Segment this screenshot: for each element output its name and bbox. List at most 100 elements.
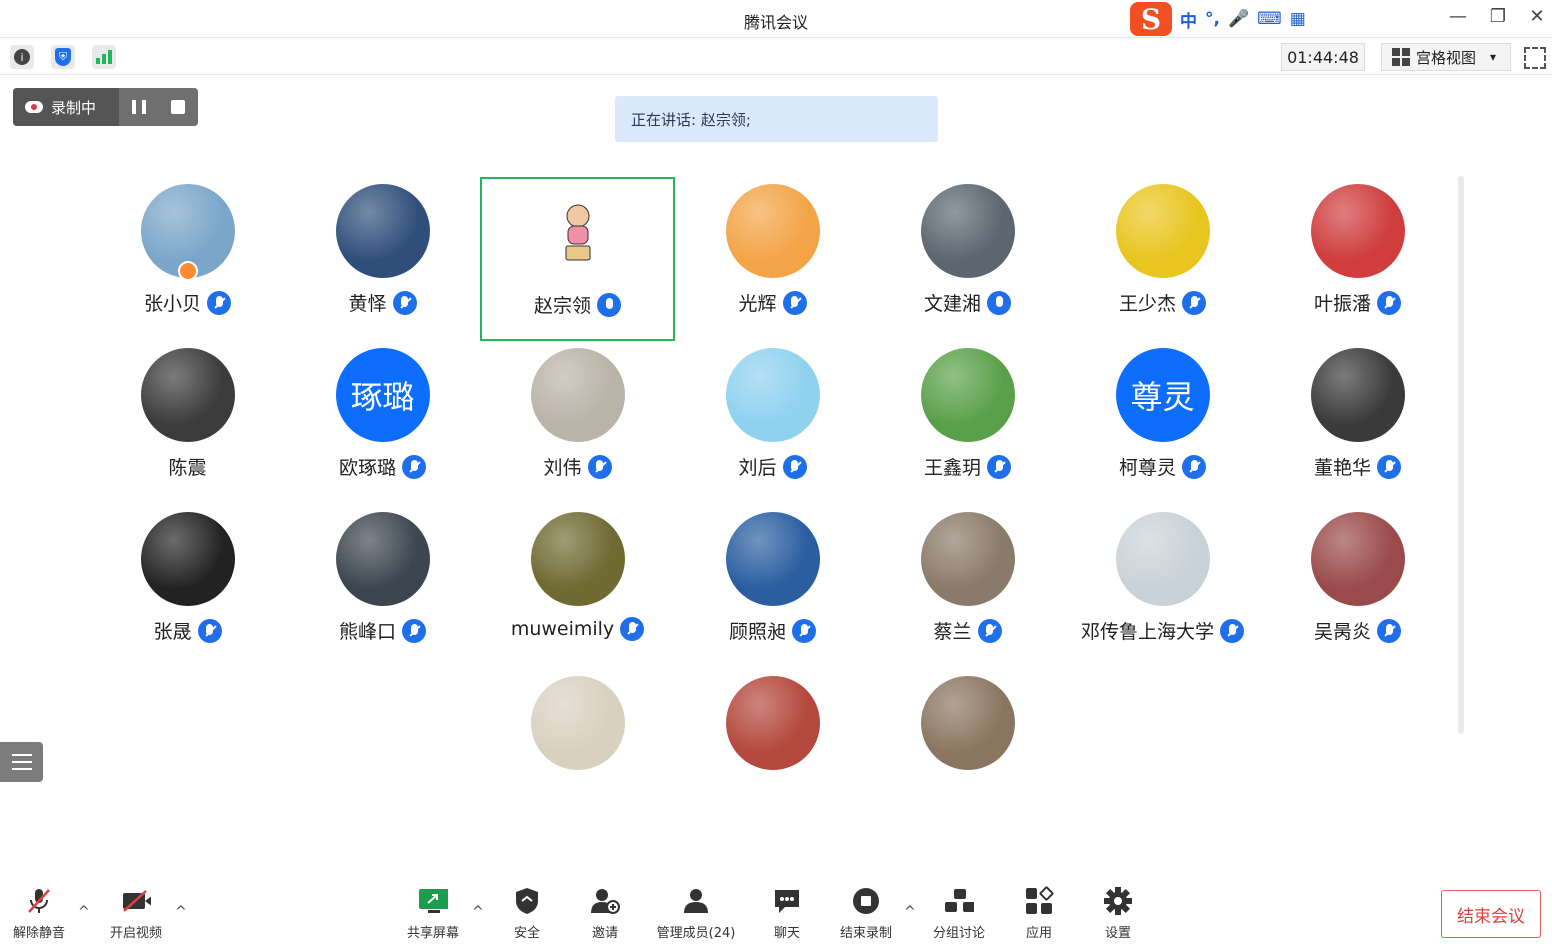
ime-keyboard-icon[interactable]: ⌨ bbox=[1257, 9, 1282, 29]
avatar bbox=[725, 184, 820, 278]
chat-button[interactable]: 聊天 bbox=[742, 886, 832, 941]
close-button[interactable]: ✕ bbox=[1525, 6, 1549, 27]
ime-punct-toggle[interactable]: °, bbox=[1205, 9, 1220, 29]
participant-tile[interactable]: 熊峰口 bbox=[285, 505, 480, 669]
security-shield-icon[interactable]: ⛨ bbox=[51, 45, 75, 69]
apps-button[interactable]: 应用 bbox=[994, 886, 1084, 941]
participant-name: 顾照昶 bbox=[728, 621, 786, 643]
participant-tile[interactable]: 王鑫玥 bbox=[870, 341, 1065, 505]
title-bar: 腾讯会议 S 中 °, 🎤 ⌨ ▦ — ❐ ✕ bbox=[0, 0, 1552, 38]
participant-name-row: 顾照昶 bbox=[675, 617, 870, 644]
participant-name-row: 黄怿 bbox=[285, 289, 480, 316]
avatar bbox=[140, 348, 235, 442]
participant-tile[interactable]: 邓传鲁上海大学 bbox=[1065, 505, 1260, 669]
ime-mic-icon[interactable]: 🎤 bbox=[1228, 9, 1249, 29]
participant-tile[interactable]: 吴昺炎 bbox=[1260, 505, 1455, 669]
network-signal-icon[interactable] bbox=[92, 45, 116, 69]
unmute-button[interactable]: 解除静音 bbox=[0, 886, 84, 941]
participant-name-row: 赵宗领 bbox=[482, 291, 673, 318]
end-record-button[interactable]: 结束录制 bbox=[821, 886, 911, 941]
mic-muted-icon bbox=[402, 618, 426, 643]
breakout-icon bbox=[944, 886, 974, 916]
mic-muted-icon bbox=[587, 454, 612, 479]
participant-name: 黄怿 bbox=[348, 293, 387, 315]
view-mode-label: 宫格视图 bbox=[1416, 48, 1477, 67]
participant-tile[interactable]: 顾照昶 bbox=[675, 505, 870, 669]
share-screen-icon bbox=[418, 886, 448, 916]
ime-apps-icon[interactable]: ▦ bbox=[1290, 9, 1306, 29]
participant-tile[interactable]: 光辉 bbox=[675, 177, 870, 341]
participant-name: 张晟 bbox=[153, 621, 192, 643]
video-options-caret[interactable]: ^ bbox=[175, 904, 187, 920]
participant-tile[interactable]: 文建湘 bbox=[870, 177, 1065, 341]
info-icon[interactable]: i bbox=[10, 45, 34, 69]
ime-lang-toggle[interactable]: 中 bbox=[1180, 7, 1197, 32]
cloud-record-icon bbox=[25, 101, 43, 113]
recording-controls bbox=[119, 88, 198, 126]
participant-tile[interactable]: 陈震 bbox=[90, 341, 285, 505]
stop-record-button[interactable] bbox=[171, 100, 186, 114]
participant-name: 熊峰口 bbox=[338, 621, 396, 643]
participant-tile[interactable]: 尊灵 柯尊灵 bbox=[1065, 341, 1260, 505]
minimize-button[interactable]: — bbox=[1446, 6, 1470, 27]
mic-muted-icon bbox=[197, 618, 222, 643]
participant-name-row: 叶振潘 bbox=[1260, 289, 1455, 316]
participant-name: 吴昺炎 bbox=[1313, 621, 1371, 643]
grid-view-icon bbox=[1392, 48, 1410, 66]
end-record-label: 结束录制 bbox=[839, 926, 892, 941]
breakout-button[interactable]: 分组讨论 bbox=[914, 886, 1004, 941]
settings-button[interactable]: 设置 bbox=[1073, 886, 1163, 941]
pause-record-button[interactable] bbox=[131, 100, 146, 114]
participant-tile[interactable]: 赵宗领 bbox=[480, 177, 675, 341]
share-screen-button[interactable]: 共享屏幕 bbox=[388, 886, 478, 941]
participant-tile[interactable]: 蔡兰 bbox=[870, 505, 1065, 669]
participant-tile[interactable] bbox=[480, 669, 675, 833]
participant-tile[interactable]: 董艳华 bbox=[1260, 341, 1455, 505]
manage-members-button[interactable]: 管理成员(24) bbox=[651, 886, 741, 941]
view-mode-select[interactable]: 宫格视图 ▾ bbox=[1381, 43, 1511, 71]
end-meeting-button[interactable]: 结束会议 bbox=[1441, 890, 1541, 938]
grid-scrollbar[interactable] bbox=[1458, 176, 1464, 734]
shield-icon bbox=[512, 886, 542, 916]
participant-name: muweimily bbox=[510, 618, 615, 640]
participant-tile[interactable] bbox=[675, 669, 870, 833]
mic-muted-icon bbox=[1377, 290, 1401, 315]
participant-tile[interactable]: 刘后 bbox=[675, 341, 870, 505]
avatar bbox=[920, 348, 1015, 442]
ime-toolbar[interactable]: S 中 °, 🎤 ⌨ ▦ bbox=[1130, 2, 1335, 36]
security-button[interactable]: 安全 bbox=[482, 886, 572, 941]
participant-name: 叶振潘 bbox=[1313, 293, 1371, 315]
participant-name: 文建湘 bbox=[923, 293, 981, 315]
participant-tile[interactable]: 刘伟 bbox=[480, 341, 675, 505]
start-video-button[interactable]: 开启视频 bbox=[91, 886, 181, 941]
member-list-toggle[interactable] bbox=[0, 742, 43, 782]
participant-name-row: 蔡兰 bbox=[870, 617, 1065, 644]
participant-name: 陈震 bbox=[168, 457, 207, 479]
participant-name: 王少杰 bbox=[1118, 293, 1176, 315]
info-glyph: i bbox=[14, 49, 30, 65]
participant-tile[interactable] bbox=[870, 669, 1065, 833]
participant-tile[interactable]: muweimily bbox=[480, 505, 675, 669]
participant-tile[interactable]: 琢璐 欧琢璐 bbox=[285, 341, 480, 505]
avatar bbox=[725, 512, 820, 606]
sogou-logo-icon[interactable]: S bbox=[1130, 2, 1172, 36]
participant-name: 蔡兰 bbox=[933, 621, 972, 643]
fullscreen-icon[interactable] bbox=[1524, 47, 1546, 69]
participant-tile[interactable]: 黄怿 bbox=[285, 177, 480, 341]
mic-muted-icon bbox=[987, 454, 1011, 479]
bottom-toolbar: 解除静音 ^ 开启视频 ^ 共享屏幕 ^ 安全 邀请 管理成员(24) 聊天 结… bbox=[0, 880, 1552, 944]
mic-muted-icon bbox=[782, 454, 807, 479]
participant-tile[interactable]: 张小贝 bbox=[90, 177, 285, 341]
host-badge-icon bbox=[177, 261, 198, 281]
participant-tile[interactable]: 王少杰 bbox=[1065, 177, 1260, 341]
participant-name-row: 熊峰口 bbox=[285, 617, 480, 644]
avatar bbox=[725, 676, 820, 770]
restore-button[interactable]: ❐ bbox=[1486, 6, 1510, 27]
invite-button[interactable]: 邀请 bbox=[560, 886, 650, 941]
participant-tile[interactable]: 张晟 bbox=[90, 505, 285, 669]
audio-options-caret[interactable]: ^ bbox=[78, 904, 90, 920]
mic-muted-icon bbox=[620, 617, 645, 641]
participant-tile[interactable]: 叶振潘 bbox=[1260, 177, 1455, 341]
apps-icon bbox=[1024, 886, 1054, 916]
gear-icon bbox=[1103, 886, 1133, 916]
